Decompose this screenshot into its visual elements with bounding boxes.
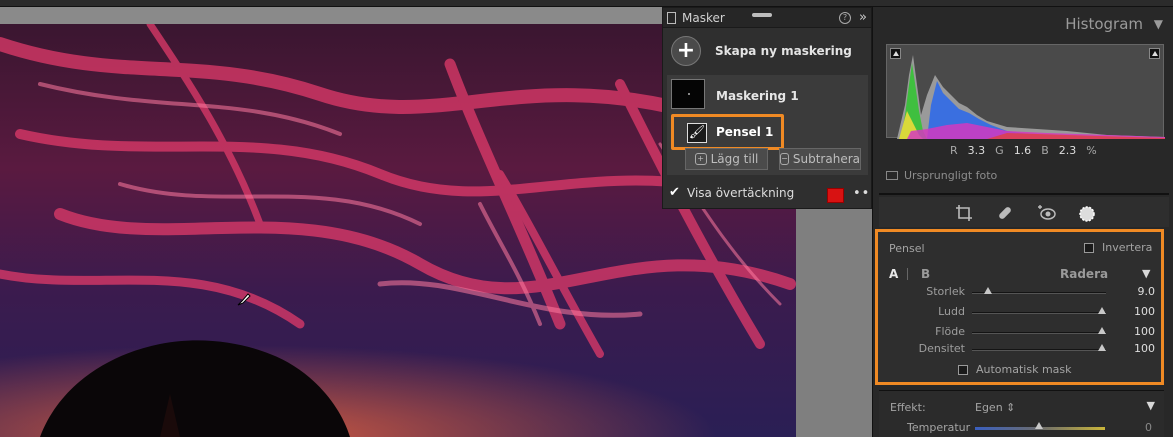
effect-label: Effekt: [890, 401, 926, 414]
slider-label: Flöde [935, 325, 965, 338]
crop-icon[interactable] [955, 204, 973, 222]
invert-label: Invertera [1102, 241, 1153, 254]
slider-label: Densitet [918, 342, 965, 355]
heal-icon[interactable] [996, 204, 1014, 222]
brush-component-row[interactable]: 🖌 Pensel 1 [671, 114, 784, 150]
brush-panel-collapse-icon[interactable]: ▼ [1142, 267, 1150, 280]
slider-thumb[interactable] [1097, 327, 1106, 334]
r-label: R [950, 144, 958, 157]
auto-mask-toggle[interactable]: Automatisk mask [958, 363, 1072, 376]
b-label: B [1041, 144, 1049, 157]
highlight-clipping-icon[interactable] [1149, 48, 1160, 59]
slider-thumb[interactable] [1097, 344, 1106, 351]
checkbox-checked-icon[interactable]: ✔ [669, 186, 681, 199]
overlay-label: Visa övertäckning [687, 186, 795, 200]
brush-icon: 🖌 [687, 123, 707, 143]
top-strip [0, 0, 1173, 7]
show-overlay-toggle[interactable]: ✔ Visa övertäckning [669, 186, 794, 200]
drag-handle[interactable] [752, 13, 772, 17]
add-button[interactable]: + Lägg till [685, 148, 768, 170]
slider-value[interactable]: 100 [1134, 325, 1155, 338]
collapse-triangle-icon[interactable]: ▼ [1154, 17, 1163, 31]
slider-row-flöde: Flöde 100 [878, 325, 1167, 341]
add-mask-icon: + [694, 153, 707, 165]
plus-icon: + [671, 36, 701, 66]
b-value: 2.3 [1058, 144, 1077, 157]
brush-settings-panel: Pensel Invertera A B Radera ▼ Storlek 9.0… [875, 229, 1164, 385]
slider-row-densitet: Densitet 100 [878, 342, 1167, 358]
slider-value[interactable]: 100 [1134, 305, 1155, 318]
subtract-label: Subtrahera [792, 152, 860, 166]
unit-label: % [1086, 144, 1097, 157]
masks-panel-header[interactable]: Masker ? » [663, 8, 871, 28]
slider-thumb[interactable] [984, 287, 993, 294]
mask-thumbnail[interactable] [671, 79, 705, 109]
overlay-color-swatch[interactable] [827, 188, 844, 203]
mask-name[interactable]: Maskering 1 [716, 89, 799, 103]
redeye-icon[interactable] [1037, 204, 1057, 222]
temperature-value[interactable]: 0 [1145, 421, 1152, 434]
slider-value[interactable]: 9.0 [1138, 285, 1156, 298]
subtract-button[interactable]: − Subtrahera [779, 148, 861, 170]
slider-track[interactable] [972, 307, 1106, 314]
panel-icon [667, 11, 676, 24]
effect-preset-select[interactable]: Egen ⇕ [975, 401, 1015, 414]
histogram-graph [886, 44, 1165, 139]
temperature-label: Temperatur [907, 421, 971, 434]
lightroom-window: Masker ? » + Skapa ny maskering Maskerin… [0, 0, 1173, 437]
auto-mask-checkbox[interactable] [958, 364, 968, 375]
mask-icon[interactable] [1077, 204, 1097, 224]
effect-panel: Effekt: Egen ⇕ ▼ Temperatur 0 [879, 390, 1164, 437]
slider-row-ludd: Ludd 100 [878, 305, 1167, 321]
slider-label: Ludd [938, 305, 965, 318]
brush-component-label: Pensel 1 [716, 125, 774, 139]
brush-tab-b[interactable]: B [921, 267, 930, 281]
auto-mask-label: Automatisk mask [976, 363, 1072, 376]
original-photo-label: Ursprungligt foto [904, 169, 998, 182]
create-mask-label: Skapa ny maskering [715, 44, 852, 58]
r-value: 3.3 [967, 144, 986, 157]
help-icon[interactable]: ? [839, 12, 851, 24]
original-photo-icon [886, 171, 898, 180]
create-mask-button[interactable]: + Skapa ny maskering [663, 28, 871, 74]
g-label: G [995, 144, 1004, 157]
invert-checkbox[interactable] [1084, 242, 1094, 253]
add-label: Lägg till [710, 152, 759, 166]
slider-label: Storlek [926, 285, 965, 298]
masks-panel: Masker ? » + Skapa ny maskering Maskerin… [662, 7, 878, 209]
invert-toggle[interactable]: Invertera [1084, 241, 1152, 254]
tool-strip [879, 197, 1169, 227]
slider-thumb[interactable] [1097, 307, 1106, 314]
brush-cursor-icon [237, 293, 251, 306]
brush-panel-title: Pensel [889, 242, 925, 255]
effect-collapse-icon[interactable]: ▼ [1147, 399, 1155, 412]
canvas-top-bar [0, 7, 662, 24]
brush-tab-a[interactable]: A [889, 267, 898, 281]
histogram-title[interactable]: Histogram [1065, 15, 1143, 33]
masks-title: Masker [682, 10, 725, 25]
slider-track[interactable] [972, 344, 1106, 351]
histogram-svg [887, 55, 1165, 139]
slider-value[interactable]: 100 [1134, 342, 1155, 355]
tab-separator [907, 268, 908, 280]
erase-tab[interactable]: Radera [1060, 267, 1108, 281]
collapse-icon[interactable]: » [859, 10, 867, 25]
shadow-clipping-icon[interactable] [890, 48, 901, 59]
slider-row-storlek: Storlek 9.0 [878, 285, 1167, 301]
subtract-mask-icon: − [780, 153, 789, 165]
slider-track[interactable] [972, 327, 1106, 334]
rgb-readout: R 3.3 G 1.6 B 2.3 % [950, 144, 1107, 157]
temperature-slider-row: Temperatur 0 [879, 421, 1164, 435]
divider [879, 193, 1169, 195]
original-photo-toggle[interactable]: Ursprungligt foto [886, 169, 997, 182]
temperature-thumb[interactable] [1035, 422, 1043, 429]
g-value: 1.6 [1013, 144, 1032, 157]
slider-track[interactable] [972, 287, 1106, 294]
